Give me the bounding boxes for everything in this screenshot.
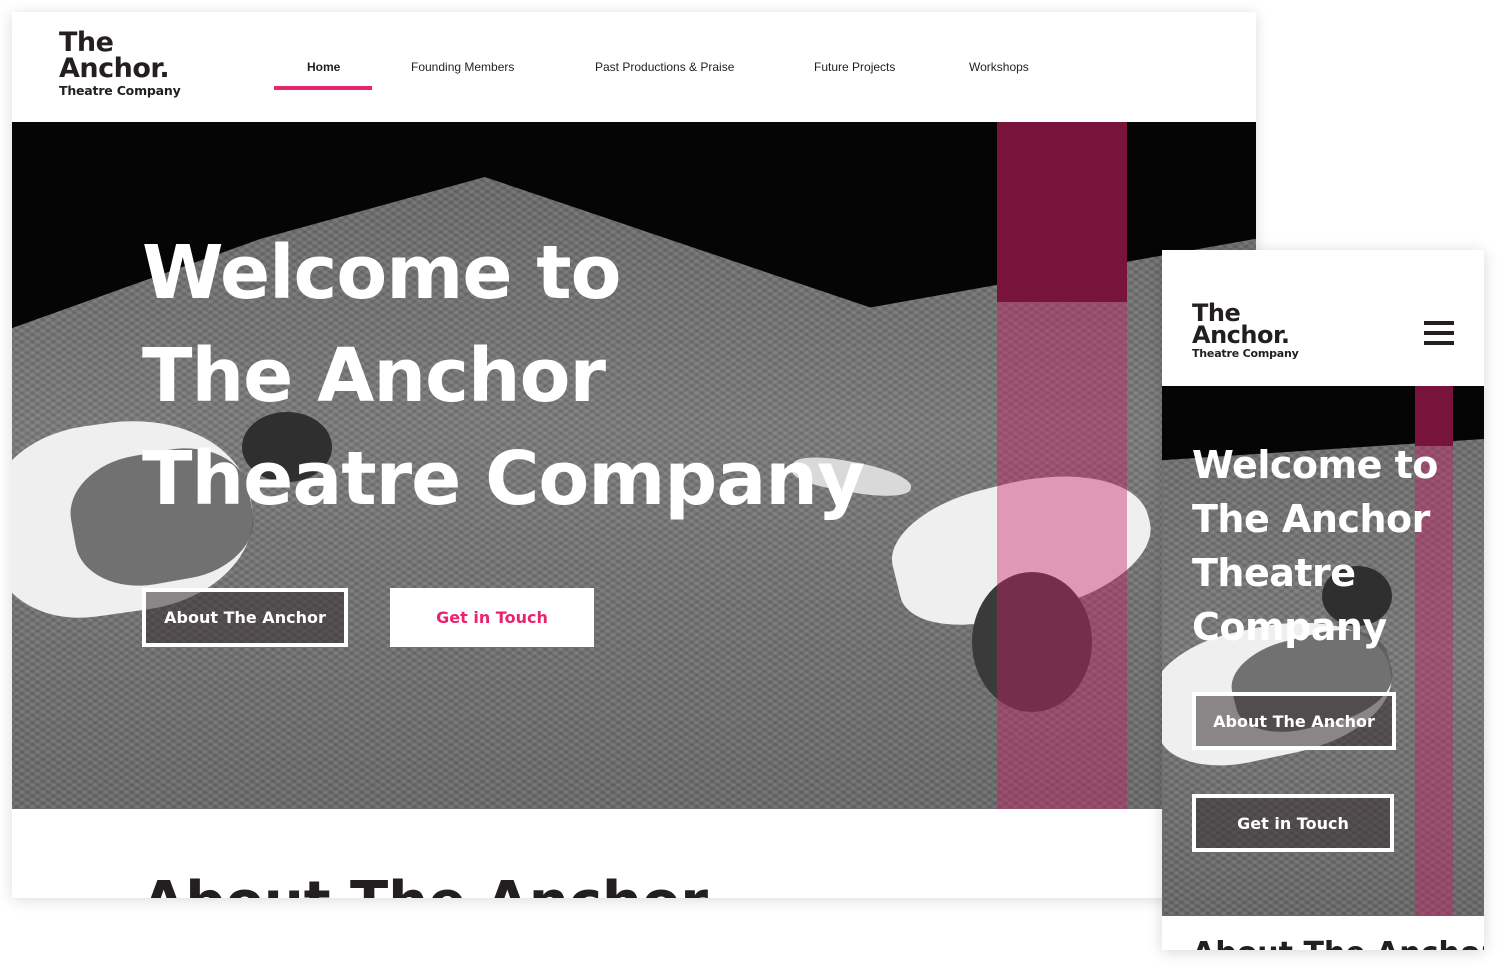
mobile-hero-title-line-2: The Anchor	[1192, 497, 1430, 541]
hero-title: Welcome to The Anchor Theatre Company	[142, 222, 865, 531]
about-section-title: About The Anchor	[142, 870, 708, 898]
nav-item-workshops[interactable]: Workshops	[969, 60, 1029, 74]
logo-line-2: Anchor.	[59, 53, 170, 84]
hamburger-menu-icon[interactable]	[1424, 321, 1454, 345]
mobile-hero-banner: Welcome to The Anchor Theatre Company Ab…	[1162, 386, 1484, 916]
about-the-anchor-button[interactable]: About The Anchor	[142, 588, 348, 647]
desktop-mockup: The Anchor. Theatre Company Home Foundin…	[12, 12, 1256, 898]
nav-item-future-projects[interactable]: Future Projects	[814, 60, 895, 74]
hero-title-line-3: Theatre Company	[142, 436, 865, 522]
hero-accent-bar	[997, 122, 1127, 809]
hamburger-line	[1424, 321, 1454, 325]
site-header: The Anchor. Theatre Company Home Foundin…	[12, 12, 1256, 122]
mobile-site-logo[interactable]: The Anchor. Theatre Company	[1192, 301, 1299, 362]
mobile-hero-title-line-4: Company	[1192, 605, 1387, 649]
logo-line-3: Theatre Company	[59, 83, 181, 98]
mobile-get-in-touch-button[interactable]: Get in Touch	[1192, 794, 1394, 852]
mobile-hero-title-line-1: Welcome to	[1192, 443, 1438, 487]
nav-item-home[interactable]: Home	[307, 60, 340, 74]
hero-banner: Welcome to The Anchor Theatre Company Ab…	[12, 122, 1256, 809]
nav-item-past-productions[interactable]: Past Productions & Praise	[595, 60, 734, 74]
get-in-touch-button[interactable]: Get in Touch	[390, 588, 594, 647]
mobile-hero-title: Welcome to The Anchor Theatre Company	[1192, 438, 1438, 654]
mobile-logo-line-2: Anchor.	[1192, 321, 1290, 349]
hero-title-line-1: Welcome to	[142, 230, 622, 316]
mobile-hero-title-line-3: Theatre	[1192, 551, 1356, 595]
mobile-mockup: The Anchor. Theatre Company Welcome to T…	[1162, 250, 1484, 950]
nav-item-founding-members[interactable]: Founding Members	[411, 60, 514, 74]
hamburger-line	[1424, 331, 1454, 335]
hamburger-line	[1424, 341, 1454, 345]
mobile-about-section-title: About The Anchor	[1192, 936, 1484, 950]
site-logo[interactable]: The Anchor. Theatre Company	[59, 29, 181, 100]
hero-title-line-2: The Anchor	[142, 333, 606, 419]
mobile-logo-line-3: Theatre Company	[1192, 347, 1299, 360]
nav-active-indicator	[274, 86, 372, 90]
mobile-about-the-anchor-button[interactable]: About The Anchor	[1192, 692, 1396, 750]
